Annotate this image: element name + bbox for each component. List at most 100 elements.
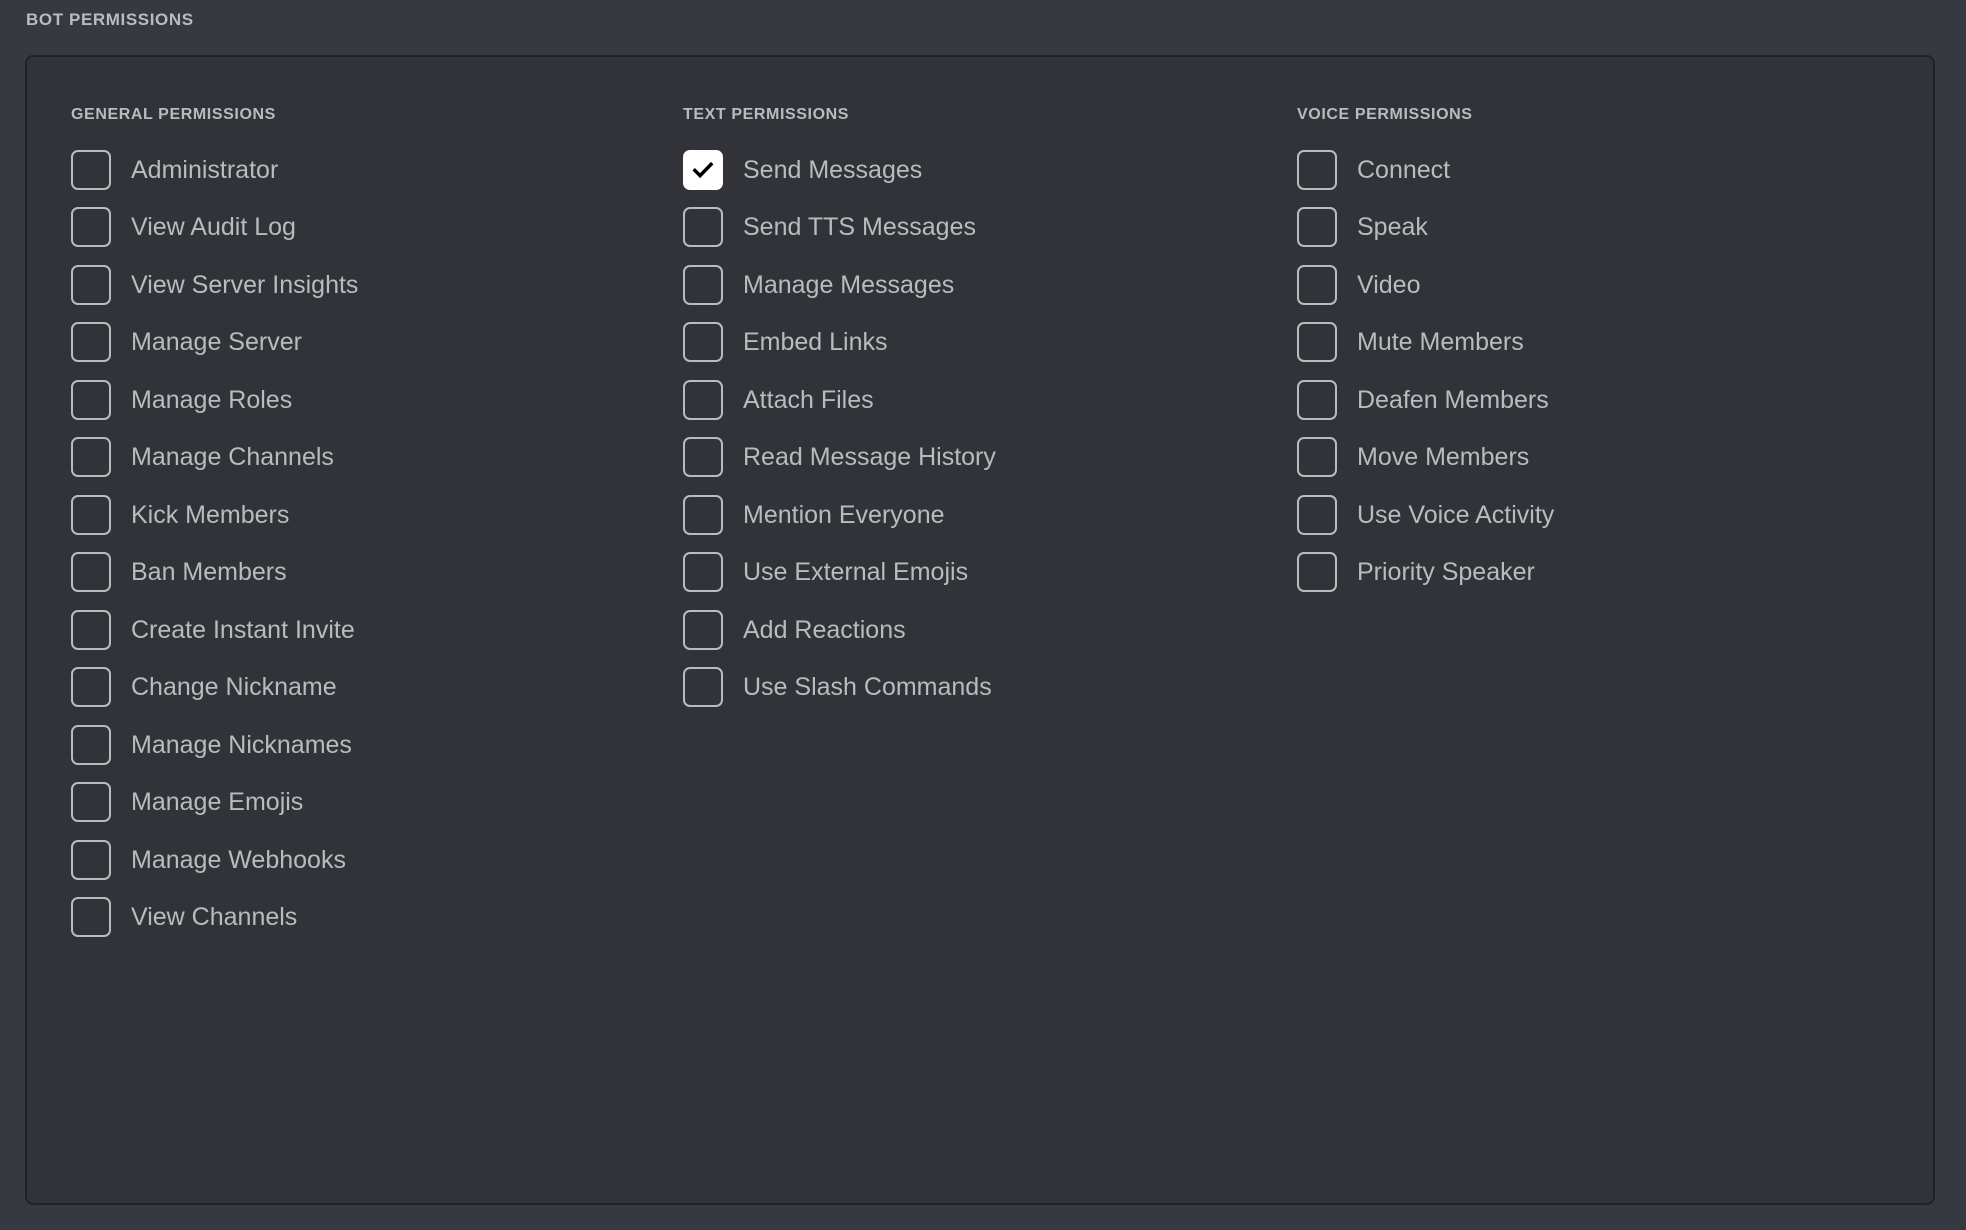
permission-row-manage-messages[interactable]: Manage Messages	[683, 256, 1267, 314]
page-title: BOT PERMISSIONS	[26, 10, 194, 29]
permission-label: View Server Insights	[131, 270, 359, 299]
permission-columns: GENERAL PERMISSIONS Administrator View Au…	[27, 57, 1933, 1203]
checkbox-unchecked-icon[interactable]	[683, 552, 723, 593]
permission-row-manage-channels[interactable]: Manage Channels	[71, 429, 647, 487]
permission-label: Attach Files	[743, 385, 874, 414]
permission-label: Kick Members	[131, 500, 290, 529]
checkbox-unchecked-icon[interactable]	[683, 494, 723, 535]
permission-row-create-instant-invite[interactable]: Create Instant Invite	[71, 601, 647, 659]
checkbox-unchecked-icon[interactable]	[71, 667, 111, 708]
permission-label: Use External Emojis	[743, 558, 969, 587]
permission-column-voice: VOICE PERMISSIONS Connect Speak Video Mute …	[1267, 57, 1907, 1203]
permission-list-text: Send Messages Send TTS Messages Manage Mes…	[683, 141, 1267, 716]
permission-row-priority-speaker[interactable]: Priority Speaker	[1297, 544, 1907, 602]
permission-row-view-channels[interactable]: View Channels	[71, 889, 647, 947]
permission-label: Manage Nicknames	[131, 730, 352, 759]
permission-row-manage-roles[interactable]: Manage Roles	[71, 371, 647, 429]
permission-row-deafen-members[interactable]: Deafen Members	[1297, 371, 1907, 429]
permission-label: Priority Speaker	[1357, 558, 1535, 587]
permission-label: Change Nickname	[131, 673, 337, 702]
permission-row-mention-everyone[interactable]: Mention Everyone	[683, 486, 1267, 544]
checkbox-unchecked-icon[interactable]	[71, 494, 111, 535]
checkbox-unchecked-icon[interactable]	[1297, 322, 1337, 363]
permission-label: Manage Emojis	[131, 788, 304, 817]
checkbox-unchecked-icon[interactable]	[683, 264, 723, 305]
permission-row-change-nickname[interactable]: Change Nickname	[71, 659, 647, 717]
permission-label: Create Instant Invite	[131, 615, 355, 644]
permission-row-connect[interactable]: Connect	[1297, 141, 1907, 199]
permission-label: Administrator	[131, 155, 279, 184]
checkbox-unchecked-icon[interactable]	[1297, 264, 1337, 305]
permission-row-send-tts-messages[interactable]: Send TTS Messages	[683, 199, 1267, 257]
checkbox-unchecked-icon[interactable]	[1297, 149, 1337, 190]
permission-row-move-members[interactable]: Move Members	[1297, 429, 1907, 487]
permission-row-manage-emojis[interactable]: Manage Emojis	[71, 774, 647, 832]
permission-row-manage-webhooks[interactable]: Manage Webhooks	[71, 831, 647, 889]
permission-row-manage-nicknames[interactable]: Manage Nicknames	[71, 716, 647, 774]
permission-row-use-external-emojis[interactable]: Use External Emojis	[683, 544, 1267, 602]
checkbox-unchecked-icon[interactable]	[683, 609, 723, 650]
permission-row-ban-members[interactable]: Ban Members	[71, 544, 647, 602]
permission-label: Manage Channels	[131, 443, 334, 472]
permission-row-embed-links[interactable]: Embed Links	[683, 314, 1267, 372]
permission-label: Add Reactions	[743, 615, 906, 644]
permission-label: Ban Members	[131, 558, 287, 587]
permission-label: Send Messages	[743, 155, 923, 184]
permission-row-use-slash-commands[interactable]: Use Slash Commands	[683, 659, 1267, 717]
checkbox-unchecked-icon[interactable]	[683, 667, 723, 708]
permission-row-mute-members[interactable]: Mute Members	[1297, 314, 1907, 372]
permission-row-read-message-history[interactable]: Read Message History	[683, 429, 1267, 487]
checkbox-unchecked-icon[interactable]	[683, 207, 723, 248]
permission-row-add-reactions[interactable]: Add Reactions	[683, 601, 1267, 659]
permission-list-general: Administrator View Audit Log View Server I…	[71, 141, 647, 946]
permission-label: Embed Links	[743, 328, 888, 357]
permission-label: Video	[1357, 270, 1421, 299]
permission-row-use-voice-activity[interactable]: Use Voice Activity	[1297, 486, 1907, 544]
checkbox-unchecked-icon[interactable]	[71, 552, 111, 593]
permission-list-voice: Connect Speak Video Mute Members Deafen Memb…	[1297, 141, 1907, 601]
permission-row-administrator[interactable]: Administrator	[71, 141, 647, 199]
checkbox-unchecked-icon[interactable]	[683, 322, 723, 363]
checkbox-unchecked-icon[interactable]	[71, 839, 111, 880]
permission-label: Manage Roles	[131, 385, 293, 414]
checkbox-unchecked-icon[interactable]	[1297, 437, 1337, 478]
checkbox-unchecked-icon[interactable]	[1297, 552, 1337, 593]
checkbox-unchecked-icon[interactable]	[71, 897, 111, 938]
permission-label: Send TTS Messages	[743, 213, 976, 242]
permission-row-send-messages[interactable]: Send Messages	[683, 141, 1267, 199]
checkbox-unchecked-icon[interactable]	[71, 782, 111, 823]
checkbox-unchecked-icon[interactable]	[1297, 494, 1337, 535]
checkbox-unchecked-icon[interactable]	[71, 724, 111, 765]
column-header-text: TEXT PERMISSIONS	[683, 106, 850, 123]
permission-label: Mention Everyone	[743, 500, 945, 529]
permission-row-manage-server[interactable]: Manage Server	[71, 314, 647, 372]
permission-row-video[interactable]: Video	[1297, 256, 1907, 314]
checkbox-unchecked-icon[interactable]	[71, 379, 111, 420]
column-header-general: GENERAL PERMISSIONS	[71, 106, 276, 123]
checkbox-unchecked-icon[interactable]	[71, 437, 111, 478]
checkbox-unchecked-icon[interactable]	[71, 609, 111, 650]
column-header-voice: VOICE PERMISSIONS	[1297, 106, 1473, 123]
permission-label: Use Slash Commands	[743, 673, 992, 702]
permission-column-text: TEXT PERMISSIONS Send Messages Send TTS M…	[647, 57, 1267, 1203]
permissions-panel: GENERAL PERMISSIONS Administrator View Au…	[25, 55, 1935, 1205]
checkbox-unchecked-icon[interactable]	[71, 264, 111, 305]
checkbox-unchecked-icon[interactable]	[71, 149, 111, 190]
permission-label: Read Message History	[743, 443, 996, 472]
checkbox-unchecked-icon[interactable]	[71, 322, 111, 363]
bot-permissions-page: BOT PERMISSIONS GENERAL PERMISSIONS Admi…	[0, 0, 1966, 1230]
permission-row-speak[interactable]: Speak	[1297, 199, 1907, 257]
permission-row-view-server-insights[interactable]: View Server Insights	[71, 256, 647, 314]
checkbox-unchecked-icon[interactable]	[1297, 379, 1337, 420]
permission-row-view-audit-log[interactable]: View Audit Log	[71, 199, 647, 257]
checkbox-unchecked-icon[interactable]	[683, 379, 723, 420]
checkbox-checked-icon[interactable]	[683, 149, 723, 190]
checkbox-unchecked-icon[interactable]	[71, 207, 111, 248]
permission-column-general: GENERAL PERMISSIONS Administrator View Au…	[27, 57, 647, 1203]
checkbox-unchecked-icon[interactable]	[683, 437, 723, 478]
permission-row-kick-members[interactable]: Kick Members	[71, 486, 647, 544]
checkbox-unchecked-icon[interactable]	[1297, 207, 1337, 248]
permission-row-attach-files[interactable]: Attach Files	[683, 371, 1267, 429]
permission-label: Mute Members	[1357, 328, 1524, 357]
permission-label: Deafen Members	[1357, 385, 1549, 414]
